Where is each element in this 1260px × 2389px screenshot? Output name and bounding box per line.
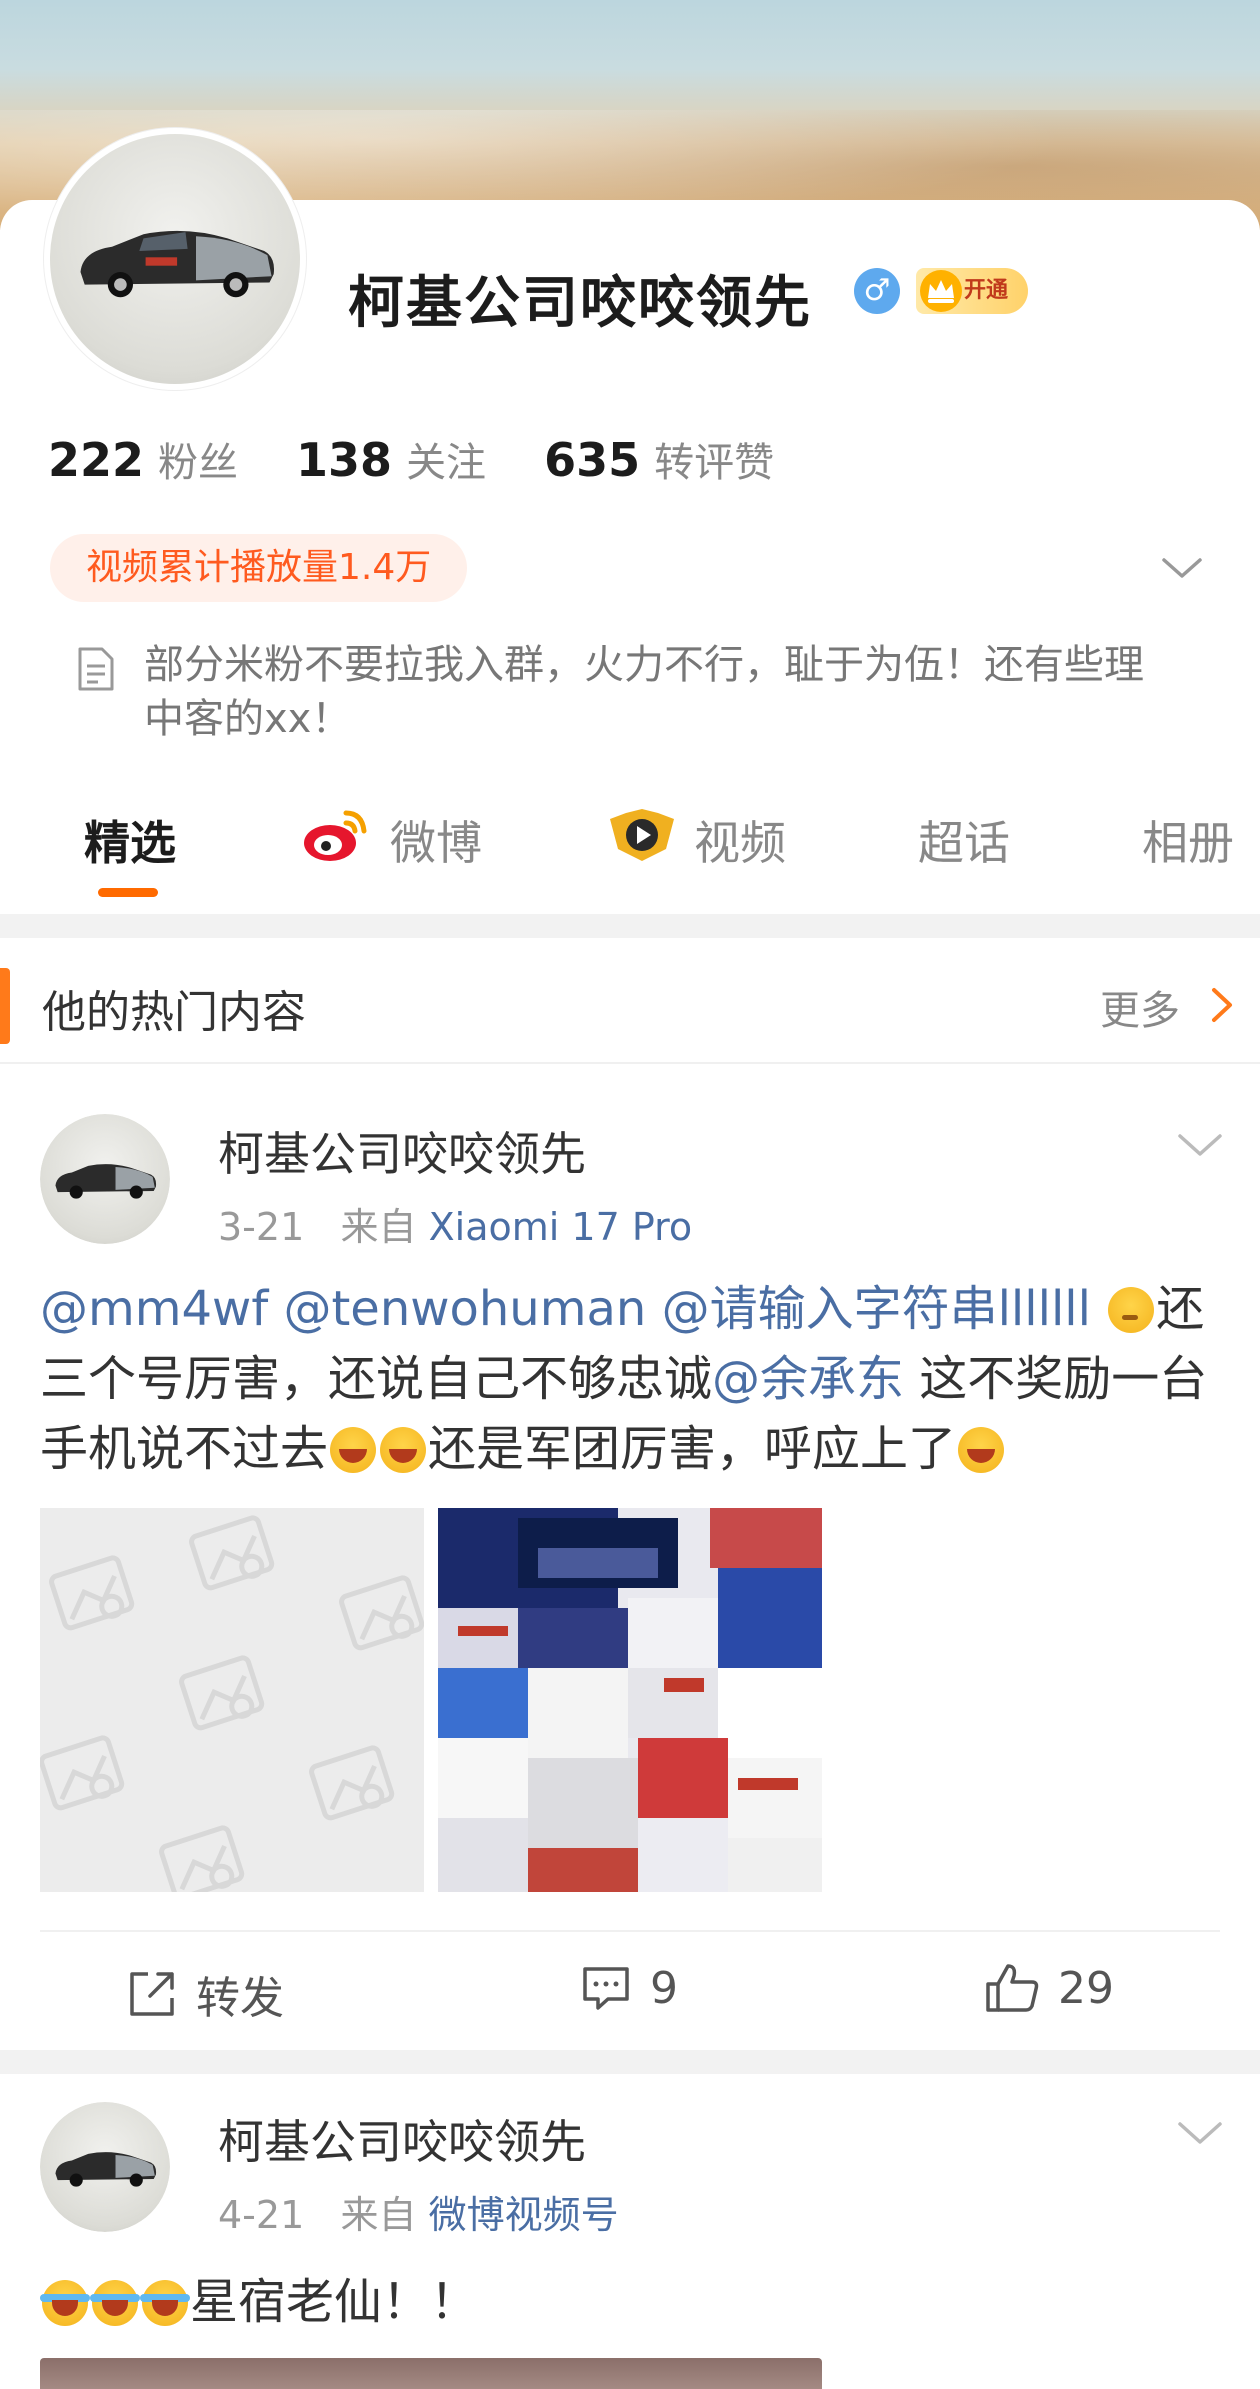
post-date: 3-21 (218, 1205, 305, 1249)
tab-featured[interactable]: 精选 (84, 808, 176, 878)
crown-icon (920, 270, 962, 312)
post-image-loading[interactable] (40, 1508, 424, 1892)
post-author-name[interactable]: 柯基公司咬咬领先 (218, 2106, 586, 2172)
post-source-device[interactable]: Xiaomi 17 Pro (429, 1205, 693, 1249)
post-text-segment: 星宿老仙！！ (190, 2274, 479, 2330)
post-text: 星宿老仙！！ (40, 2262, 478, 2332)
laughing-emoji-icon (330, 1427, 377, 1473)
post-source[interactable]: 微博视频号 (429, 2193, 619, 2237)
comment-icon (583, 1967, 629, 2010)
tab-video[interactable]: 视频 (694, 808, 786, 878)
car-model-image (55, 1164, 157, 1199)
post-author-name[interactable]: 柯基公司咬咬领先 (218, 1118, 586, 1184)
following-count: 138 (296, 433, 393, 487)
document-icon (78, 647, 114, 691)
post-meta: 3-21 来自 Xiaomi 17 Pro (218, 1196, 692, 1251)
like-count: 29 (1058, 1962, 1114, 2014)
post-video-thumbnail[interactable] (40, 2358, 822, 2389)
post-text-segment: 还是军团厉害，呼应上了 (428, 1421, 957, 1477)
post-options-chevron-icon[interactable] (1176, 2118, 1224, 2148)
chevron-down-icon[interactable] (1160, 548, 1204, 588)
more-link[interactable]: 更多 (1100, 978, 1180, 1036)
following-stat[interactable]: 138 关注 (296, 430, 486, 488)
news-collage-image (438, 1508, 822, 1892)
chevron-right-icon[interactable] (1210, 986, 1234, 1024)
engagement-stat[interactable]: 635 转评赞 (544, 430, 774, 488)
hot-content-title: 他的热门内容 (42, 987, 306, 1038)
avatar-image (40, 1114, 170, 1244)
profile-avatar[interactable] (44, 128, 306, 390)
crying-laughing-emoji-icon (140, 2280, 190, 2326)
comment-button[interactable]: 9 (580, 1962, 678, 2014)
vip-open-button[interactable]: 开通 (916, 268, 1028, 314)
repost-icon (130, 1972, 174, 2016)
tab-super-topic[interactable]: 超话 (918, 808, 1010, 878)
followers-count: 222 (48, 433, 145, 487)
repost-label: 转发 (196, 1973, 284, 2024)
profile-username: 柯基公司咬咬领先 (348, 271, 812, 336)
tab-weibo[interactable]: 微博 (390, 808, 482, 878)
post-meta: 4-21 来自 微博视频号 (218, 2184, 619, 2239)
post-image-news-collage[interactable] (438, 1508, 822, 1892)
video-play-count-badge[interactable]: 视频累计播放量1.4万 (50, 534, 468, 602)
repost-button[interactable]: 转发 (126, 1962, 284, 2026)
post-separator (0, 2050, 1260, 2074)
mention-link[interactable]: @mm4wf (40, 1281, 268, 1337)
section-separator (0, 914, 1260, 938)
post-text: @mm4wf @tenwohuman @请输入字符串lllllll 还三个号厉害… (40, 1274, 1230, 1484)
profile-bio: 部分米粉不要拉我入群，火力不行，耻于为伍！还有些理中客的xx！ (144, 642, 1144, 742)
engagement-label: 转评赞 (654, 440, 775, 486)
post-date: 4-21 (218, 2193, 305, 2237)
image-placeholder-icon (40, 1515, 424, 1892)
post-options-chevron-icon[interactable] (1176, 1130, 1224, 1160)
active-tab-indicator (98, 888, 158, 897)
laughing-emoji-icon (958, 1427, 1005, 1473)
laughing-emoji-icon (380, 1427, 427, 1473)
video-icon (610, 809, 674, 861)
car-model-image (55, 2152, 157, 2187)
post-author-avatar[interactable] (40, 2102, 170, 2232)
post-divider (40, 1930, 1220, 1932)
followers-stat[interactable]: 222 粉丝 (48, 430, 238, 488)
male-icon: ♂ (854, 268, 900, 314)
post-from-label: 来自 (340, 1205, 417, 1249)
avatar-image (50, 134, 300, 384)
mention-link[interactable]: @余承东 (712, 1351, 904, 1407)
hot-content-header: 他的热门内容 更多 (0, 938, 1260, 1064)
profile-stats: 222 粉丝 138 关注 635 转评赞 (48, 430, 774, 488)
followers-label: 粉丝 (158, 440, 239, 486)
thinking-emoji-icon (1108, 1287, 1155, 1333)
section-accent-bar (0, 968, 10, 1044)
engagement-count: 635 (544, 433, 641, 487)
post-from-label: 来自 (340, 2193, 417, 2237)
thumbs-up-icon (986, 1964, 1039, 2012)
comment-count: 9 (650, 1962, 678, 2014)
vip-label: 开通 (964, 278, 1009, 303)
mention-link[interactable]: @请输入字符串lllllll (662, 1281, 1091, 1337)
car-model-image (80, 230, 275, 298)
avatar-image (40, 2102, 170, 2232)
weibo-icon (304, 810, 367, 861)
post-author-avatar[interactable] (40, 1114, 170, 1244)
like-button[interactable]: 29 (984, 1962, 1114, 2014)
tab-album[interactable]: 相册 (1142, 808, 1234, 878)
mention-link[interactable]: @tenwohuman (283, 1281, 646, 1337)
crying-laughing-emoji-icon (40, 2280, 90, 2326)
following-label: 关注 (406, 440, 487, 486)
crying-laughing-emoji-icon (90, 2280, 140, 2326)
